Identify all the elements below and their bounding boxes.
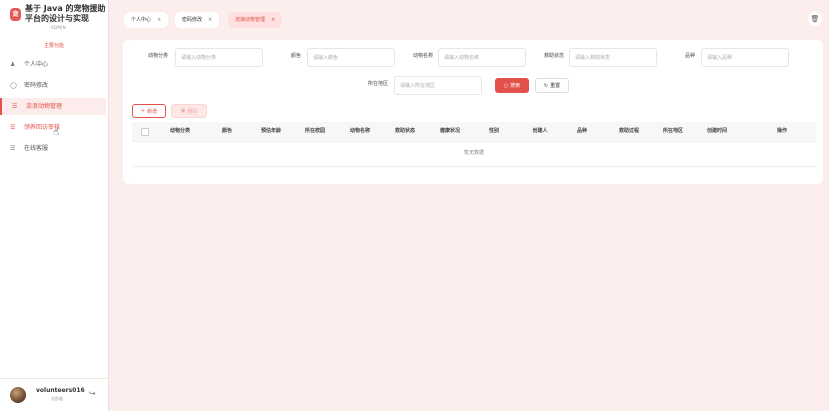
delete-button[interactable]: ▣ 删除 (171, 104, 207, 118)
trash-icon: ▣ (180, 108, 186, 114)
list-icon: ☰ (10, 145, 16, 152)
user-name: volunteers016 (36, 387, 85, 394)
rescue-status-input[interactable] (569, 48, 657, 67)
region-input[interactable] (394, 76, 482, 95)
filter-label-name: 动物名称 (412, 53, 433, 59)
column-header[interactable]: 所在校园 (295, 122, 335, 141)
column-header[interactable]: 动物分类 (160, 122, 200, 141)
close-icon[interactable]: × (208, 17, 212, 23)
column-header[interactable]: 所在地区 (653, 122, 693, 141)
reset-button-label: 重置 (550, 83, 561, 89)
sidebar-item-label: 密码修改 (24, 82, 49, 89)
app-subtitle: ADMIN (51, 25, 66, 30)
filter-label-category: 动物分类 (147, 53, 168, 59)
list-icon: ☰ (12, 103, 18, 110)
app-title: 基于 Java 的宠物援助平台的设计与实现 (25, 4, 106, 23)
search-icon: ○ (503, 82, 509, 89)
select-all-checkbox[interactable] (141, 128, 149, 136)
filter-label-breed: 品种 (684, 53, 695, 59)
add-button-label: 新增 (147, 108, 158, 115)
sidebar-item-adoption-review[interactable]: ☰ 领养回访审核 (0, 119, 104, 136)
search-button-label: 搜索 (510, 83, 521, 89)
trash-icon[interactable]: 🗑 (808, 12, 822, 26)
plus-icon: + (140, 108, 146, 114)
tab-stray-animals[interactable]: 流浪动物管理 × (228, 12, 283, 28)
sidebar-item-stray-animals[interactable]: ☰ 流浪动物管理 (0, 98, 106, 115)
filter-label-region: 所在地区 (367, 81, 388, 87)
sidebar-item-label: 流浪动物管理 (26, 103, 63, 110)
user-role: 志愿者 (51, 396, 63, 401)
table-empty-message: 暂无数据 (132, 141, 816, 167)
column-header[interactable]: 品种 (565, 122, 599, 141)
column-header[interactable]: 健康状况 (430, 122, 470, 141)
animal-name-input[interactable] (438, 48, 526, 67)
search-button[interactable]: ○ 搜索 (495, 78, 529, 93)
sidebar: 宠 基于 Java 的宠物援助平台的设计与实现 ADMIN 主要功能 ♟ 个人中… (0, 0, 109, 411)
main-card: 动物分类 颜色 动物名称 救助状态 品种 所在地区 ○ 搜索 ↻ 重置 + 新增… (123, 40, 823, 184)
column-header[interactable]: 动物名称 (340, 122, 380, 141)
list-icon: ☰ (10, 124, 16, 131)
sidebar-item-online-service[interactable]: ☰ 在线客服 (0, 140, 104, 157)
close-icon[interactable]: × (157, 17, 161, 23)
sidebar-item-label: 个人中心 (24, 61, 49, 68)
reset-button[interactable]: ↻ 重置 (535, 78, 569, 93)
column-header[interactable]: 创建人 (520, 122, 560, 141)
table-header: 动物分类 颜色 预估年龄 所在校园 动物名称 救助状态 健康状况 性别 创建人 … (132, 122, 816, 142)
color-input[interactable] (307, 48, 395, 67)
tab-label: 密码修改 (182, 17, 203, 23)
breed-input[interactable] (701, 48, 789, 67)
brand-logo-icon: 宠 (10, 8, 21, 21)
column-header[interactable]: 操作 (762, 122, 802, 141)
filter-label-status: 救助状态 (543, 53, 564, 59)
brand: 宠 基于 Java 的宠物援助平台的设计与实现 ADMIN (9, 4, 106, 32)
delete-button-label: 删除 (187, 108, 198, 115)
avatar[interactable] (10, 387, 26, 403)
column-header[interactable]: 性别 (477, 122, 511, 141)
category-input[interactable] (175, 48, 263, 67)
sidebar-item-profile[interactable]: ♟ 个人中心 (0, 56, 104, 73)
column-header[interactable]: 救助状态 (385, 122, 425, 141)
column-header[interactable]: 创建时间 (695, 122, 739, 141)
add-button[interactable]: + 新增 (132, 104, 166, 118)
mouse-cursor-icon: ☝ (53, 127, 60, 138)
sidebar-item-password[interactable]: ◯ 密码修改 (0, 77, 104, 94)
column-header[interactable]: 颜色 (212, 122, 242, 141)
shield-icon: ◯ (10, 82, 17, 89)
sidebar-item-label: 在线客服 (24, 145, 49, 152)
close-icon[interactable]: × (271, 17, 275, 23)
tab-label: 流浪动物管理 (235, 17, 266, 23)
logout-icon[interactable]: ↪ (89, 389, 96, 398)
tab-label: 个人中心 (131, 17, 152, 23)
column-header[interactable]: 预估年龄 (251, 122, 291, 141)
tab-profile[interactable]: 个人中心 × (124, 12, 169, 28)
user-panel: volunteers016 志愿者 ↪ (0, 378, 108, 409)
tab-password[interactable]: 密码修改 × (175, 12, 220, 28)
user-icon: ♟ (10, 61, 16, 68)
column-header[interactable]: 救助过程 (608, 122, 650, 141)
refresh-icon: ↻ (543, 82, 549, 89)
menu-group-title: 主要功能 (43, 43, 64, 49)
filter-label-color: 颜色 (290, 53, 301, 59)
